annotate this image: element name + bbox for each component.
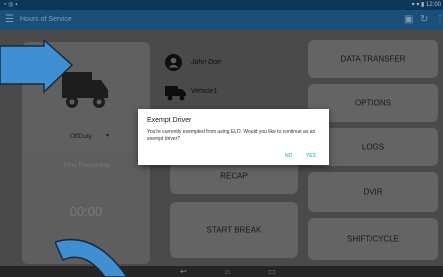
status-bar: ◔ ◎ ▪ ▾ ▾ ▮ 12:00 xyxy=(0,0,443,10)
vehicle-row: Vehicle1 xyxy=(165,85,217,106)
refresh-icon[interactable]: ↻ xyxy=(420,14,428,26)
driver-name: John Doe xyxy=(191,59,221,66)
back-icon[interactable]: ↩ xyxy=(180,266,187,277)
shift-cycle-button[interactable]: SHIFT/CYCLE xyxy=(308,218,438,260)
time-remaining-value: 00:00 xyxy=(69,204,103,219)
shift-cycle-button-label: SHIFT/CYCLE xyxy=(346,234,399,244)
screen: ◔ ◎ ▪ ▾ ▾ ▮ 12:00 ☰ Hours of Service ▣ ↻… xyxy=(0,0,443,277)
dialog-message: You're currently exempted from using ELD… xyxy=(147,129,316,142)
dialog-title: Exempt Driver xyxy=(147,117,192,124)
options-button-label: OPTIONS xyxy=(354,98,391,108)
dialog-yes-button[interactable]: YES xyxy=(306,153,316,159)
vehicle-name: Vehicle1 xyxy=(191,88,218,95)
duty-status-select[interactable]: OffDuty xyxy=(70,133,92,140)
notification-icons: ◔ ◎ ▪ xyxy=(3,2,18,8)
dvir-button[interactable]: DVIR xyxy=(308,172,438,212)
status-right: ▾ ▾ ▮ 12:00 xyxy=(411,2,441,8)
dialog-no-button[interactable]: NO xyxy=(285,153,293,159)
start-break-button-label: START BREAK xyxy=(206,225,262,235)
person-icon xyxy=(165,54,182,71)
recents-icon[interactable]: ▭ xyxy=(268,266,276,277)
app-title: Hours of Service xyxy=(20,16,72,23)
data-transfer-button[interactable]: DATA TRANSFER xyxy=(308,40,438,78)
recap-button-label: RECAP xyxy=(220,171,248,181)
chevron-down-icon[interactable]: ▾ xyxy=(106,132,109,139)
dvir-button-label: DVIR xyxy=(363,187,383,197)
data-transfer-button-label: DATA TRANSFER xyxy=(340,54,406,64)
exempt-driver-dialog: Exempt Driver You're currently exempted … xyxy=(138,109,329,165)
menu-icon[interactable]: ☰ xyxy=(5,15,14,25)
time-remaining-label: Time Remaining xyxy=(62,162,110,169)
home-icon[interactable]: ⌂ xyxy=(225,266,230,277)
vehicle-icon xyxy=(165,86,186,101)
sync-icon[interactable]: ▣ xyxy=(404,14,413,26)
app-bar: ☰ Hours of Service ▣ ↻ ⋮ xyxy=(0,10,443,30)
arrow-pointer-icon xyxy=(0,40,74,94)
more-icon[interactable]: ⋮ xyxy=(435,14,443,26)
start-break-button[interactable]: START BREAK xyxy=(170,202,298,258)
arrow-curve-icon xyxy=(55,238,128,277)
